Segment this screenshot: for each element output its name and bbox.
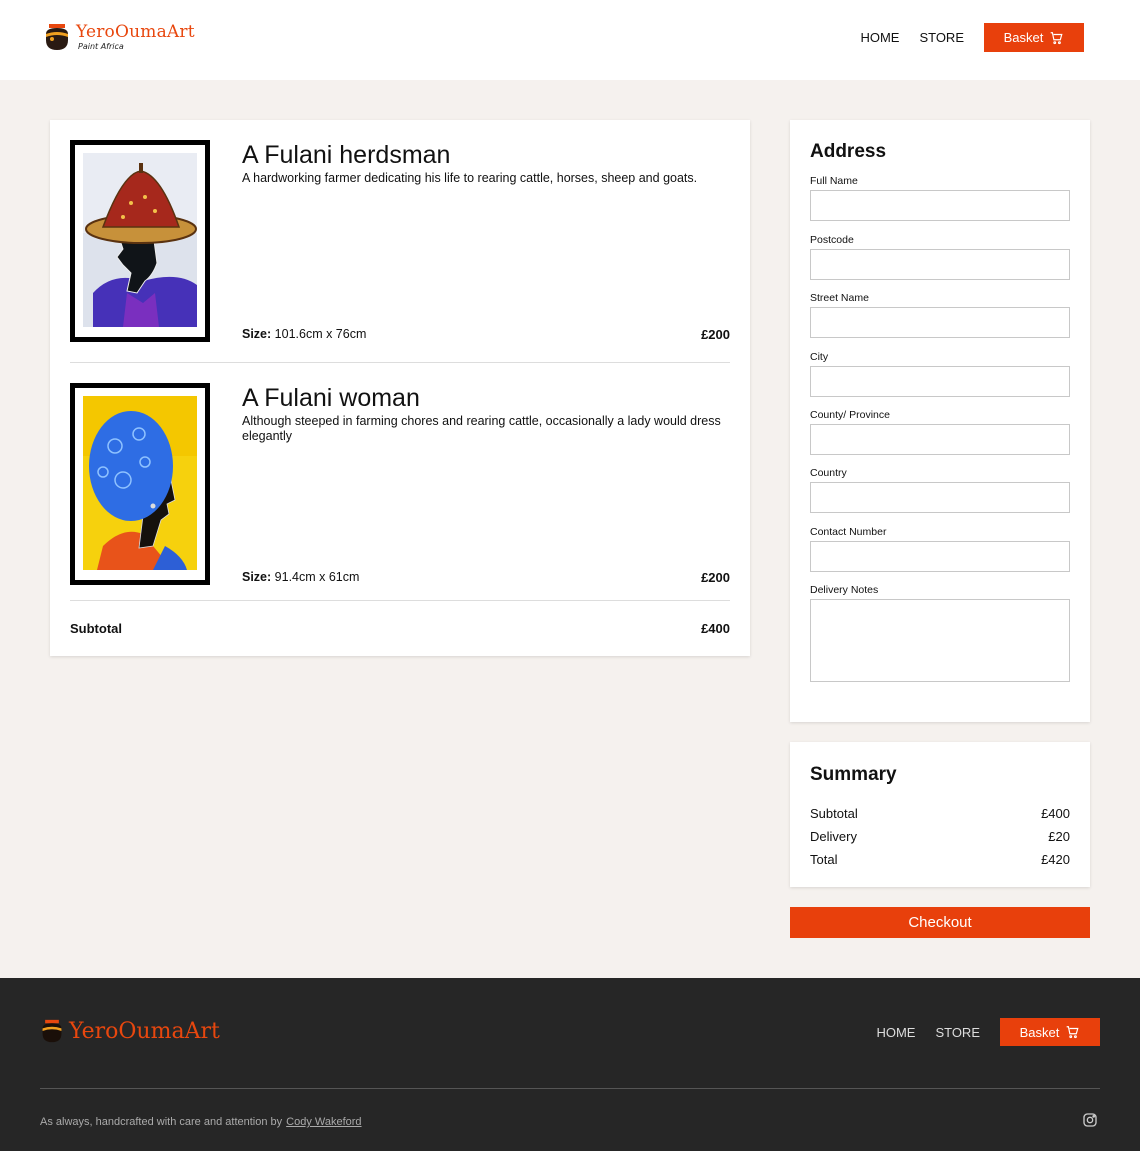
footer-brand-logo[interactable]: YeroOumaArt [40,1018,220,1044]
item-description: Although steeped in farming chores and r… [242,414,721,443]
artwork-frame[interactable] [70,383,210,585]
summary-heading: Summary [810,764,897,785]
country-label: Country [810,467,847,479]
cart-icon [1051,31,1063,44]
contact-number-label: Contact Number [810,526,887,538]
item-size-value: 91.4cm x 61cm [274,570,360,584]
cart-icon [1067,1026,1079,1039]
basket-subtotal-label: Subtotal [70,621,122,636]
footer-divider [40,1088,1100,1089]
footer-nav: HOME STORE Basket [876,1018,1100,1046]
basket-button[interactable]: Basket [984,23,1084,52]
basket-subtotal-row: Subtotal £400 [70,621,730,636]
brand-logo[interactable]: YeroOumaArt Paint Africa [43,22,195,52]
site-footer: YeroOumaArt HOME STORE Basket As always,… [0,978,1140,1151]
footer-store-link[interactable]: STORE [935,1025,980,1040]
delivery-notes-textarea[interactable] [810,599,1070,682]
subtotal-divider [70,600,730,601]
item-size-label: Size: [242,327,272,341]
county-label: County/ Province [810,409,890,421]
summary-total-value: £420 [1041,852,1070,867]
summary-subtotal-label: Subtotal [810,806,858,821]
footer-basket-button[interactable]: Basket [1000,1018,1100,1046]
basket-card: A Fulani herdsman A hardworking farmer d… [50,120,750,656]
summary-delivery-row: Delivery £20 [810,829,1070,844]
item-size: Size: 101.6cm x 76cm [242,327,366,341]
street-name-label: Street Name [810,292,869,304]
summary-total-label: Total [810,852,838,867]
item-price: £200 [701,327,730,342]
brand-name: YeroOumaArt [76,22,195,42]
footer-credit-text: As always, handcrafted with care and att… [40,1116,283,1128]
basket-item: A Fulani herdsman A hardworking farmer d… [70,140,730,342]
artwork-woman-image [83,396,197,570]
footer-credit: As always, handcrafted with care and att… [40,1116,362,1128]
summary-delivery-label: Delivery [810,829,857,844]
artwork-frame[interactable] [70,140,210,342]
checkout-button[interactable]: Checkout [790,907,1090,938]
footer-basket-label: Basket [1019,1024,1060,1040]
main-nav: HOME STORE Basket [860,23,1084,52]
summary-subtotal-value: £400 [1041,806,1070,821]
site-header: YeroOumaArt Paint Africa HOME STORE Bask… [0,0,1140,80]
basket-item: A Fulani woman Although steeped in farmi… [70,383,730,585]
item-title: A Fulani woman [242,384,420,412]
item-description: A hardworking farmer dedicating his life… [242,171,698,185]
delivery-notes-label: Delivery Notes [810,584,879,596]
instagram-icon[interactable] [1082,1112,1098,1128]
basket-button-label: Basket [1003,30,1044,45]
city-input[interactable] [810,366,1070,397]
item-size-label: Size: [242,570,272,584]
country-input[interactable] [810,482,1070,513]
address-card: Address Full Name Postcode Street Name C… [790,120,1090,722]
summary-total-row: Total £420 [810,852,1070,867]
footer-home-link[interactable]: HOME [876,1025,915,1040]
item-price: £200 [701,570,730,585]
full-name-label: Full Name [810,175,858,187]
pot-logo-icon [42,1019,62,1043]
item-size-value: 101.6cm x 76cm [274,327,367,341]
summary-card: Summary Subtotal £400 Delivery £20 Total… [790,742,1090,887]
brand-tagline: Paint Africa [78,42,124,51]
footer-brand-name: YeroOumaArt [69,1018,220,1044]
contact-number-input[interactable] [810,541,1070,572]
item-size: Size: 91.4cm x 61cm [242,570,359,584]
item-divider [70,362,730,363]
nav-home-link[interactable]: HOME [860,30,899,45]
postcode-label: Postcode [810,234,854,246]
full-name-input[interactable] [810,190,1070,221]
city-label: City [810,351,829,363]
summary-delivery-value: £20 [1048,829,1070,844]
basket-subtotal-value: £400 [701,621,730,636]
nav-store-link[interactable]: STORE [919,30,964,45]
pot-logo-icon [46,24,68,50]
summary-subtotal-row: Subtotal £400 [810,806,1070,821]
county-input[interactable] [810,424,1070,455]
author-link[interactable]: Cody Wakeford [286,1116,361,1128]
street-name-input[interactable] [810,307,1070,338]
artwork-herdsman-image [83,153,197,327]
address-heading: Address [810,141,887,162]
item-title: A Fulani herdsman [242,141,451,169]
postcode-input[interactable] [810,249,1070,280]
